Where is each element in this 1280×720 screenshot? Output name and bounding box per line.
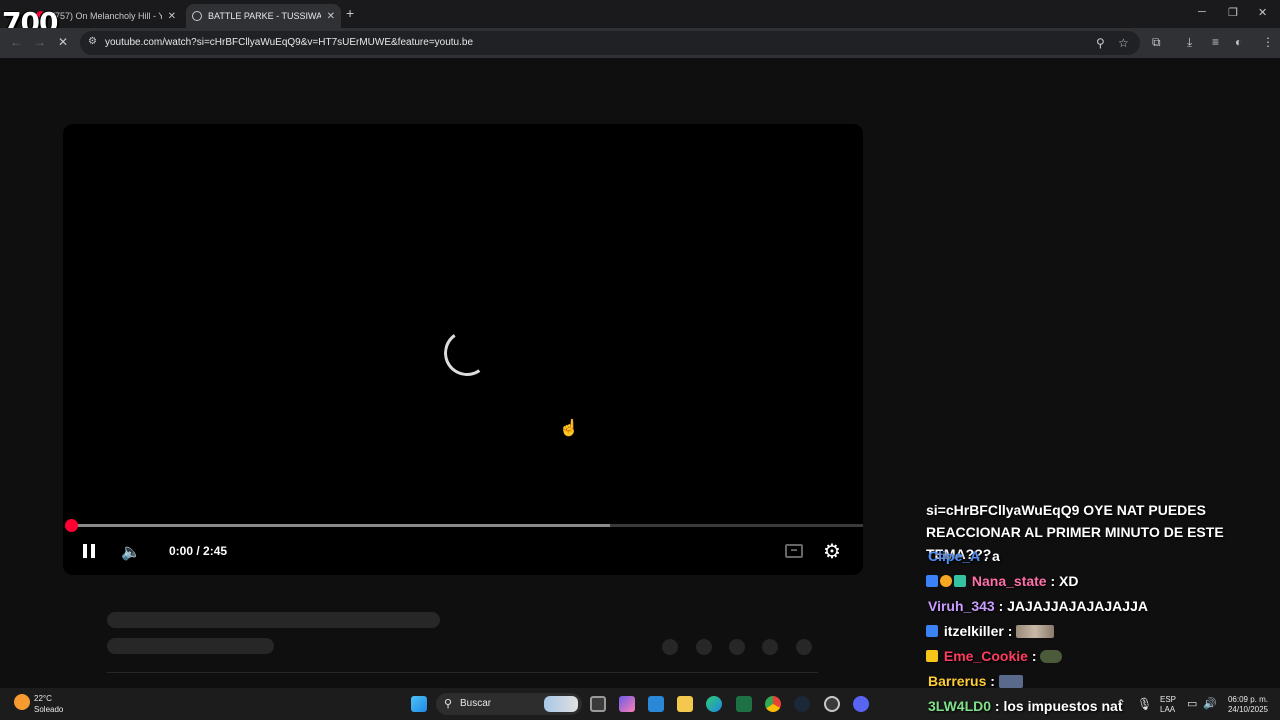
close-window-icon[interactable]: ✕ — [1258, 6, 1267, 19]
subtitle-skeleton — [107, 638, 274, 654]
chrome-icon[interactable] — [765, 696, 781, 712]
profile-icon[interactable]: ◐ — [1235, 35, 1242, 49]
zoom-icon[interactable]: ⚲ — [1096, 36, 1105, 50]
search-icon: ⚲ — [444, 698, 453, 710]
hand-cursor-icon: ☝ — [559, 420, 579, 437]
chat-text: : — [1031, 648, 1037, 664]
language-top[interactable]: ESP — [1160, 695, 1176, 705]
back-icon[interactable]: ← — [10, 35, 22, 49]
sub-badge-icon — [954, 575, 966, 587]
settings-icon[interactable]: ⚙ — [823, 539, 841, 564]
app-icon[interactable] — [824, 696, 840, 712]
restore-icon[interactable]: ❐ — [1228, 6, 1238, 19]
tab-battle-parke[interactable]: BATTLE PARKE - TUSSIWARRIOR ✕ — [186, 4, 341, 28]
edge-icon[interactable] — [706, 696, 722, 712]
chat-text: : XD — [1050, 573, 1079, 589]
windows-start-icon[interactable] — [411, 696, 427, 712]
browser-toolbar: ← → ✕ ⚙ youtube.com/watch?si=cHrBFCllyaW… — [0, 28, 1280, 58]
video-player[interactable]: ☝ 🔈 0:00 / 2:45 ▬ ⚙ — [63, 124, 863, 575]
emote-image — [998, 675, 1023, 688]
action-skeleton — [662, 639, 678, 655]
chat-message: Barrerus : — [928, 673, 1023, 689]
prime-badge-icon — [926, 575, 938, 587]
minimize-icon[interactable]: ─ — [1198, 6, 1206, 18]
chat-text: : — [1007, 623, 1013, 639]
task-view-icon[interactable] — [590, 696, 606, 712]
chat-text: : los impuestos nat — [994, 698, 1123, 714]
chat-text: : — [990, 673, 995, 689]
search-highlight-icon — [544, 696, 578, 712]
stop-icon[interactable]: ✕ — [58, 35, 68, 49]
turtle-emote-icon — [1040, 650, 1063, 663]
emote-image — [1016, 625, 1055, 638]
site-info-icon[interactable]: ⚙ — [88, 36, 97, 47]
discord-icon[interactable] — [853, 696, 869, 712]
tab-title: (757) On Melancholy Hill - YouT — [52, 11, 162, 21]
chat-username: Barrerus — [928, 673, 987, 689]
url-text[interactable]: youtube.com/watch?si=cHrBFCllyaWuEqQ9&v=… — [105, 37, 473, 48]
search-label: Buscar — [460, 698, 492, 709]
speaker-icon[interactable]: 🔊 — [1203, 697, 1217, 710]
title-skeleton — [107, 612, 440, 628]
chat-username: 3LW4LD0 — [928, 698, 992, 714]
scrubber-handle[interactable] — [65, 519, 78, 532]
chat-message: Nana_state : XD — [926, 573, 1078, 589]
microphone-icon[interactable]: 🎙 — [1137, 697, 1152, 711]
prime-badge-icon — [926, 625, 938, 637]
download-icon[interactable]: ⤓ — [1187, 35, 1192, 50]
subtitles-icon[interactable]: ▬ — [785, 544, 803, 558]
copilot-icon[interactable] — [619, 696, 635, 712]
media-icon[interactable]: ≡ — [1212, 35, 1219, 49]
forward-icon[interactable]: → — [34, 35, 46, 49]
extensions-icon[interactable]: ⧉ — [1152, 35, 1161, 50]
chat-text: : JAJAJJAJAJAJAJJA — [998, 598, 1148, 614]
chat-message: Clipe_A : a — [928, 548, 1000, 564]
excel-icon[interactable] — [736, 696, 752, 712]
chat-message: itzelkiller : — [926, 623, 1055, 639]
pause-button[interactable] — [83, 544, 97, 558]
number-one-badge-icon — [940, 575, 952, 587]
action-skeleton — [696, 639, 712, 655]
action-skeleton — [762, 639, 778, 655]
taskbar-search[interactable]: ⚲ Buscar — [436, 693, 582, 715]
chat-message: Viruh_343 : JAJAJJAJAJAJAJJA — [928, 598, 1148, 614]
action-skeleton — [729, 639, 745, 655]
chat-username: Nana_state — [971, 573, 1047, 589]
loading-spinner-icon — [440, 326, 494, 380]
menu-icon[interactable]: ⋮ — [1262, 35, 1274, 49]
star-icon[interactable]: ☆ — [1118, 36, 1129, 50]
chat-username: Viruh_343 — [928, 598, 995, 614]
weather-desc[interactable]: Soleado — [34, 705, 63, 715]
crown-badge-icon — [926, 650, 938, 662]
address-bar[interactable]: ⚙ youtube.com/watch?si=cHrBFCllyaWuEqQ9&… — [80, 31, 1140, 55]
clock-date[interactable]: 24/10/2025 — [1224, 705, 1272, 715]
steam-icon[interactable] — [794, 696, 810, 712]
time-display: 0:00 / 2:45 — [169, 544, 228, 558]
network-icon[interactable]: ▭ — [1187, 697, 1197, 710]
close-tab-icon[interactable]: ✕ — [327, 11, 335, 22]
tab-title: BATTLE PARKE - TUSSIWARRIOR — [208, 11, 321, 21]
store-icon[interactable] — [648, 696, 664, 712]
browser-chrome: (757) On Melancholy Hill - YouT ✕ BATTLE… — [0, 0, 1280, 58]
divider — [107, 672, 818, 673]
chat-text: : a — [983, 548, 1000, 564]
weather-temp[interactable]: 22°C — [34, 694, 52, 704]
file-explorer-icon[interactable] — [677, 696, 693, 712]
progress-bar[interactable] — [71, 524, 863, 527]
language-bottom[interactable]: LAA — [1160, 705, 1175, 715]
chat-message: 3LW4LD0 : los impuestos nat — [928, 698, 1122, 714]
buffered-bar — [71, 524, 610, 527]
new-tab-button[interactable]: + — [346, 5, 354, 21]
chat-message: Eme_Cookie : — [926, 648, 1063, 664]
volume-icon[interactable]: 🔈 — [121, 542, 141, 562]
weather-icon[interactable] — [14, 694, 30, 710]
action-skeleton — [796, 639, 812, 655]
chat-username: itzelkiller — [943, 623, 1004, 639]
chat-username: Eme_Cookie — [943, 648, 1028, 664]
chat-username: Clipe_A — [928, 548, 980, 564]
tab-strip: (757) On Melancholy Hill - YouT ✕ BATTLE… — [0, 0, 1280, 28]
loading-favicon-icon — [192, 11, 202, 21]
close-tab-icon[interactable]: ✕ — [168, 11, 176, 22]
clock-time[interactable]: 06:09 p. m. — [1224, 695, 1272, 705]
